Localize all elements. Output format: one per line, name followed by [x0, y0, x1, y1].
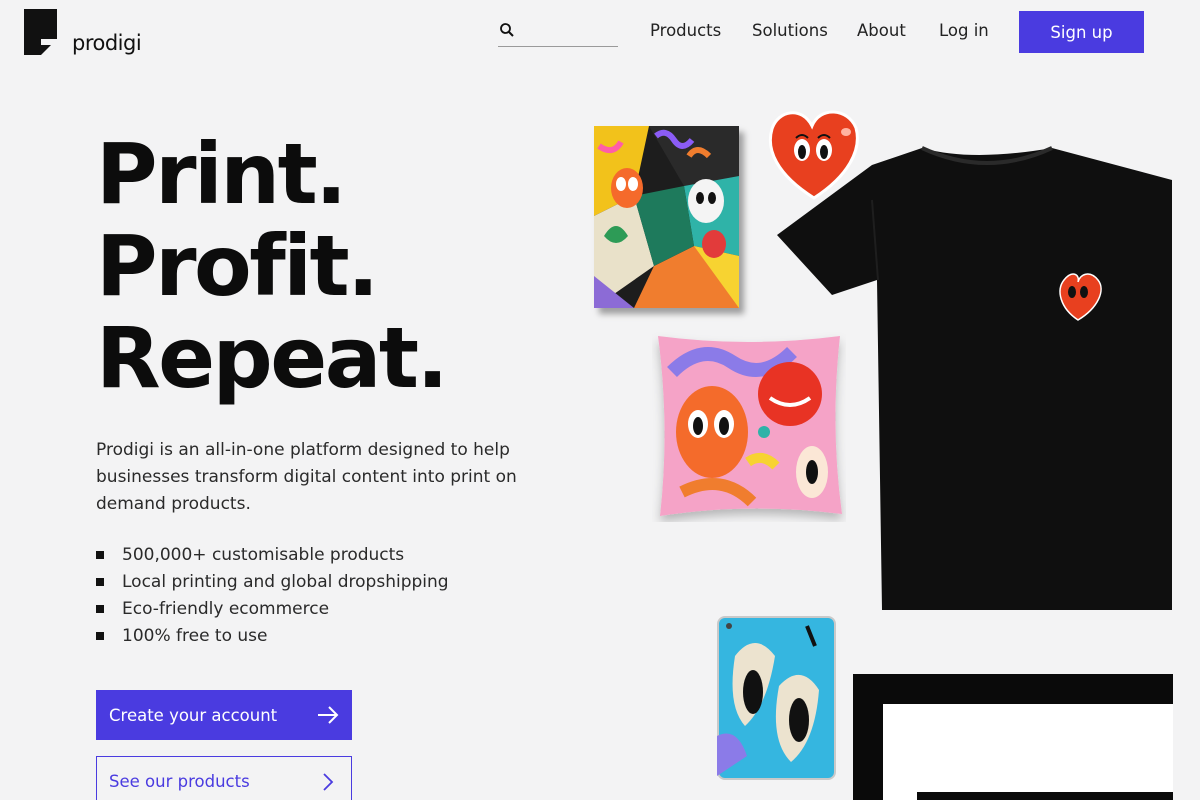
tablet-case-image: [717, 616, 836, 780]
see-products-label: See our products: [109, 771, 250, 791]
nav-solutions[interactable]: Solutions: [752, 21, 828, 40]
nav-products[interactable]: Products: [650, 21, 721, 40]
framed-print-image: [853, 674, 1173, 800]
signup-button[interactable]: Sign up: [1019, 11, 1144, 53]
headline-line-profit: Profit.: [96, 217, 379, 315]
feature-item: Local printing and global dropshipping: [96, 569, 449, 596]
headline-line-print: Print.: [96, 125, 347, 223]
pillow-image: [652, 332, 846, 522]
see-products-button[interactable]: See our products: [96, 756, 352, 800]
nav-about[interactable]: About: [857, 21, 906, 40]
logo[interactable]: prodigi: [24, 9, 142, 55]
nav-login[interactable]: Log in: [939, 21, 989, 40]
search-box[interactable]: [498, 18, 618, 47]
hero-description: Prodigi is an all-in-one platform design…: [96, 440, 517, 514]
feature-item: Eco-friendly ecommerce: [96, 596, 449, 623]
logo-mark: [24, 9, 57, 55]
create-account-button[interactable]: Create your account: [96, 690, 352, 740]
feature-list: 500,000+ customisable products Local pri…: [96, 542, 449, 650]
canvas-print-image: [594, 126, 739, 308]
hero-headline: Print. Profit. Repeat.: [96, 125, 449, 407]
feature-item: 500,000+ customisable products: [96, 542, 449, 569]
create-account-label: Create your account: [109, 705, 278, 725]
feature-item: 100% free to use: [96, 623, 449, 650]
search-icon[interactable]: [499, 22, 515, 38]
headline-line-repeat: Repeat.: [96, 309, 449, 407]
arrow-right-icon: [318, 706, 339, 724]
logo-text: prodigi: [72, 31, 142, 55]
search-input[interactable]: [520, 20, 614, 42]
chevron-right-icon: [323, 773, 334, 791]
